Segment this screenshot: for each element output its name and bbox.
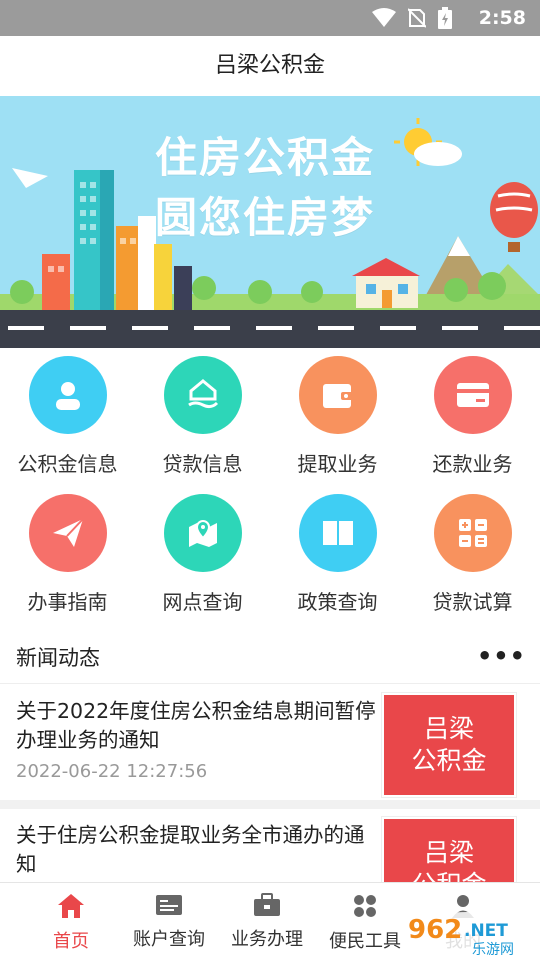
feature-label: 公积金信息: [17, 452, 118, 476]
user-icon: [28, 356, 107, 434]
feature-repayment[interactable]: 还款业务: [405, 356, 540, 477]
feature-label: 提取业务: [297, 452, 378, 476]
house-hand-icon: [163, 356, 242, 434]
banner-slogan-line2: 圆您住房梦: [155, 193, 376, 242]
feature-label: 网点查询: [162, 590, 243, 614]
status-bar: 2:58: [0, 0, 540, 36]
more-icon[interactable]: •••: [477, 642, 526, 670]
svg-text:962: 962: [408, 915, 462, 945]
thumb-line1: 吕梁: [423, 714, 474, 743]
banner-slogan-line1: 住房公积金: [155, 133, 376, 182]
news-date: 2022-06-22 12:27:56: [16, 761, 208, 782]
tab-account-query[interactable]: 账户查询: [120, 883, 218, 960]
svg-text:.NET: .NET: [464, 921, 508, 941]
wifi-icon: [372, 8, 396, 27]
wallet-icon: [298, 356, 377, 434]
feature-withdrawal[interactable]: 提取业务: [270, 356, 405, 477]
feature-loan-calculator[interactable]: 贷款试算: [405, 494, 540, 615]
tab-home[interactable]: 首页: [22, 883, 120, 960]
promo-banner[interactable]: 住房公积金 圆您住房梦: [0, 96, 540, 348]
news-title: 关于住房公积金提取业务全市通办的通知: [16, 823, 365, 876]
feature-label: 政策查询: [297, 590, 378, 614]
tab-label: 账户查询: [133, 929, 205, 950]
feature-label: 贷款信息: [162, 452, 243, 476]
news-thumbnail: 吕梁 公积金: [381, 692, 517, 798]
tab-tools[interactable]: 便民工具: [316, 883, 414, 960]
feature-account-info[interactable]: 公积金信息: [0, 356, 135, 477]
home-icon: [58, 894, 84, 918]
app-title-bar: 吕梁公积金: [0, 36, 540, 96]
map-pin-icon: [163, 494, 242, 572]
status-time: 2:58: [478, 7, 526, 29]
apps-icon: [354, 895, 376, 917]
feature-label: 还款业务: [432, 452, 513, 476]
thumb-line2: 公积金: [411, 746, 487, 775]
id-card-icon: [156, 895, 182, 915]
page-title: 吕梁公积金: [214, 53, 325, 78]
site-watermark: 962 .NET 乐游网: [402, 908, 534, 958]
news-section-header: 新闻动态 •••: [0, 628, 540, 684]
thumb-line1: 吕梁: [423, 838, 474, 867]
calculator-icon: [433, 494, 512, 572]
tab-label: 业务办理: [231, 929, 303, 950]
tab-business[interactable]: 业务办理: [218, 883, 316, 960]
feature-label: 办事指南: [27, 590, 108, 614]
news-title: 关于2022年度住房公积金结息期间暂停办理业务的通知: [16, 699, 376, 752]
watermark-logo: 962 .NET 乐游网: [404, 912, 532, 958]
news-item[interactable]: 关于2022年度住房公积金结息期间暂停办理业务的通知 2022-06-22 12…: [0, 685, 540, 809]
svg-text:乐游网: 乐游网: [472, 942, 514, 958]
news-section-title: 新闻动态: [16, 646, 100, 670]
tab-label: 首页: [53, 931, 89, 952]
book-icon: [298, 494, 377, 572]
feature-label: 贷款试算: [432, 590, 513, 614]
briefcase-icon: [254, 893, 280, 916]
card-icon: [433, 356, 512, 434]
tab-label: 便民工具: [329, 931, 401, 952]
feature-loan-info[interactable]: 贷款信息: [135, 356, 270, 477]
battery-charging-icon: [438, 7, 452, 29]
feature-service-guide[interactable]: 办事指南: [0, 494, 135, 615]
no-sim-icon: [408, 8, 426, 28]
feature-branch-search[interactable]: 网点查询: [135, 494, 270, 615]
feature-policy-search[interactable]: 政策查询: [270, 494, 405, 615]
status-icons: [372, 7, 452, 29]
paper-plane-icon: [28, 494, 107, 572]
